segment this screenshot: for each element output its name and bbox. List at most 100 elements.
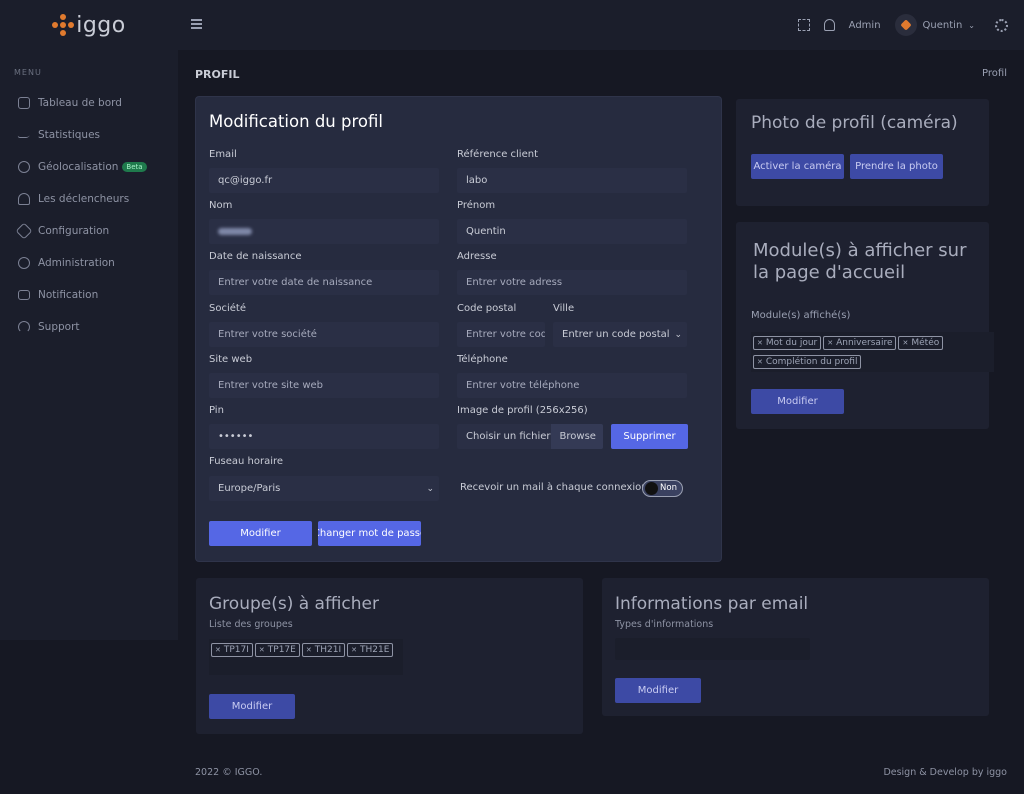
timezone-value: Europe/Paris xyxy=(218,483,281,494)
societe-label: Société xyxy=(209,303,246,314)
telephone-field[interactable]: Entrer votre téléphone xyxy=(457,373,687,398)
avatar xyxy=(894,14,917,36)
sidebar-item-declencheurs[interactable]: Les déclencheurs xyxy=(0,183,178,215)
client-ref-field[interactable]: labo xyxy=(457,168,687,193)
sidebar-item-label: Configuration xyxy=(38,225,110,237)
dob-field[interactable]: Entrer votre date de naissance xyxy=(209,270,439,295)
sidebar-item-label: Tableau de bord xyxy=(38,97,122,109)
email-info-card: Informations par email Types d'informati… xyxy=(602,578,989,716)
remove-tag-icon[interactable]: ✕ xyxy=(902,339,908,347)
prenom-label: Prénom xyxy=(457,200,496,211)
groups-card-title: Groupe(s) à afficher xyxy=(209,594,379,614)
notification-bell-icon[interactable] xyxy=(823,19,835,31)
adresse-label: Adresse xyxy=(457,251,497,262)
groups-label: Liste des groupes xyxy=(209,619,293,630)
delete-image-button[interactable]: Supprimer xyxy=(611,424,688,449)
groups-modify-button[interactable]: Modifier xyxy=(209,694,295,719)
profile-form-title: Modification du profil xyxy=(209,112,383,131)
change-password-button[interactable]: Changer mot de passe xyxy=(318,521,421,546)
mail-on-login-toggle[interactable]: Non xyxy=(642,480,683,497)
remove-tag-icon[interactable]: ✕ xyxy=(827,339,833,347)
societe-field[interactable]: Entrer votre société xyxy=(209,322,439,347)
gear-icon[interactable] xyxy=(995,18,1008,32)
image-label: Image de profil (256x256) xyxy=(457,405,588,416)
sidebar-item-tableau-de-bord[interactable]: Tableau de bord xyxy=(0,87,178,119)
ville-label: Ville xyxy=(553,303,575,314)
email-info-card-title: Informations par email xyxy=(615,594,809,614)
file-choose-text: Choisir un fichier xyxy=(466,431,551,442)
user-menu[interactable]: Quentin ⌄ xyxy=(894,14,975,36)
pin-field[interactable]: •••••• xyxy=(209,424,439,449)
remove-tag-icon[interactable]: ✕ xyxy=(351,646,357,654)
remove-tag-icon[interactable]: ✕ xyxy=(757,339,763,347)
chart-icon xyxy=(16,132,32,138)
module-tag[interactable]: ✕ Complétion du profil xyxy=(753,355,862,369)
remove-tag-icon[interactable]: ✕ xyxy=(259,646,265,654)
client-ref-label: Référence client xyxy=(457,149,539,160)
menu-title: MENU xyxy=(14,68,42,77)
sidebar-item-statistiques[interactable]: Statistiques xyxy=(0,119,178,151)
sidebar-item-label: Support xyxy=(38,321,80,333)
remove-tag-icon[interactable]: ✕ xyxy=(757,358,763,366)
module-tag[interactable]: ✕ Anniversaire xyxy=(823,336,897,350)
sidebar-item-configuration[interactable]: Configuration xyxy=(0,215,178,247)
file-input[interactable]: Choisir un fichier Browse xyxy=(457,424,603,449)
group-tag[interactable]: ✕ TH21E xyxy=(347,643,394,657)
sidebar-item-label: Géolocalisation xyxy=(38,161,119,173)
hamburger-menu-icon[interactable] xyxy=(191,19,202,31)
timezone-select[interactable]: Europe/Paris ⌄ xyxy=(209,476,439,501)
sidebar-item-label: Notification xyxy=(38,289,99,301)
email-info-modify-button[interactable]: Modifier xyxy=(615,678,701,703)
admin-link[interactable]: Admin xyxy=(849,20,881,31)
qr-code-icon[interactable] xyxy=(797,19,810,31)
groups-tag-input[interactable]: ✕ TP17I ✕ TP17E ✕ TH21I ✕ TH21E xyxy=(209,639,403,675)
beta-badge: Beta xyxy=(122,162,147,172)
profile-form-card: Modification du profil Email qc@iggo.fr … xyxy=(196,97,721,561)
brand-logo[interactable]: iggo xyxy=(0,0,178,50)
site-web-field[interactable]: Entrer votre site web xyxy=(209,373,439,398)
logo-mark-icon xyxy=(52,14,75,36)
location-icon xyxy=(18,161,30,173)
modules-modify-button[interactable]: Modifier xyxy=(751,389,844,414)
group-tag[interactable]: ✕ TH21I xyxy=(301,643,346,657)
breadcrumb[interactable]: Profil xyxy=(982,68,1007,79)
sidebar-item-notification[interactable]: Notification xyxy=(0,279,178,311)
email-field[interactable]: qc@iggo.fr xyxy=(209,168,439,193)
mail-icon xyxy=(18,290,30,300)
groups-card: Groupe(s) à afficher Liste des groupes ✕… xyxy=(196,578,583,734)
remove-tag-icon[interactable]: ✕ xyxy=(306,646,312,654)
wrench-icon xyxy=(15,222,33,240)
adresse-field[interactable]: Entrer votre adress xyxy=(457,270,687,295)
toggle-state: Non xyxy=(660,483,677,493)
toggle-knob xyxy=(645,482,658,495)
code-postal-label: Code postal xyxy=(457,303,517,314)
photo-card-title: Photo de profil (caméra) xyxy=(751,113,958,133)
sidebar-item-administration[interactable]: Administration xyxy=(0,247,178,279)
ville-select[interactable]: Entrer un code postal ⌄ xyxy=(553,322,687,347)
group-tag[interactable]: ✕ TP17I xyxy=(211,643,253,657)
sidebar-item-support[interactable]: Support xyxy=(0,311,178,343)
nom-field[interactable] xyxy=(209,219,439,244)
chevron-down-icon: ⌄ xyxy=(968,20,975,30)
group-tag[interactable]: ✕ TP17E xyxy=(254,643,300,657)
footer-copyright: 2022 © IGGO. xyxy=(195,767,263,778)
profile-modify-button[interactable]: Modifier xyxy=(209,521,312,546)
sidebar-item-geolocalisation[interactable]: Géolocalisation Beta xyxy=(0,151,178,183)
code-postal-field[interactable]: Entrer votre code postal xyxy=(457,322,545,347)
page-title: PROFIL xyxy=(195,68,240,81)
remove-tag-icon[interactable]: ✕ xyxy=(215,646,221,654)
activate-camera-button[interactable]: Activer la caméra xyxy=(751,154,844,179)
telephone-label: Téléphone xyxy=(457,354,508,365)
browse-button[interactable]: Browse xyxy=(550,424,603,449)
modules-tag-input[interactable]: ✕ Mot du jour ✕ Anniversaire ✕ Météo ✕ Compléti… xyxy=(751,332,994,372)
info-types-select[interactable] xyxy=(615,638,810,660)
footer-credit: Design & Develop by iggo xyxy=(883,767,1007,778)
module-tag[interactable]: ✕ Mot du jour xyxy=(753,336,822,350)
site-web-label: Site web xyxy=(209,354,253,365)
prenom-field[interactable]: Quentin xyxy=(457,219,687,244)
topbar: Admin Quentin ⌄ xyxy=(178,0,1024,50)
module-tag[interactable]: ✕ Météo xyxy=(898,336,944,350)
modules-label: Module(s) affiché(s) xyxy=(751,310,851,321)
take-photo-button[interactable]: Prendre la photo xyxy=(850,154,943,179)
user-name: Quentin xyxy=(922,19,963,31)
